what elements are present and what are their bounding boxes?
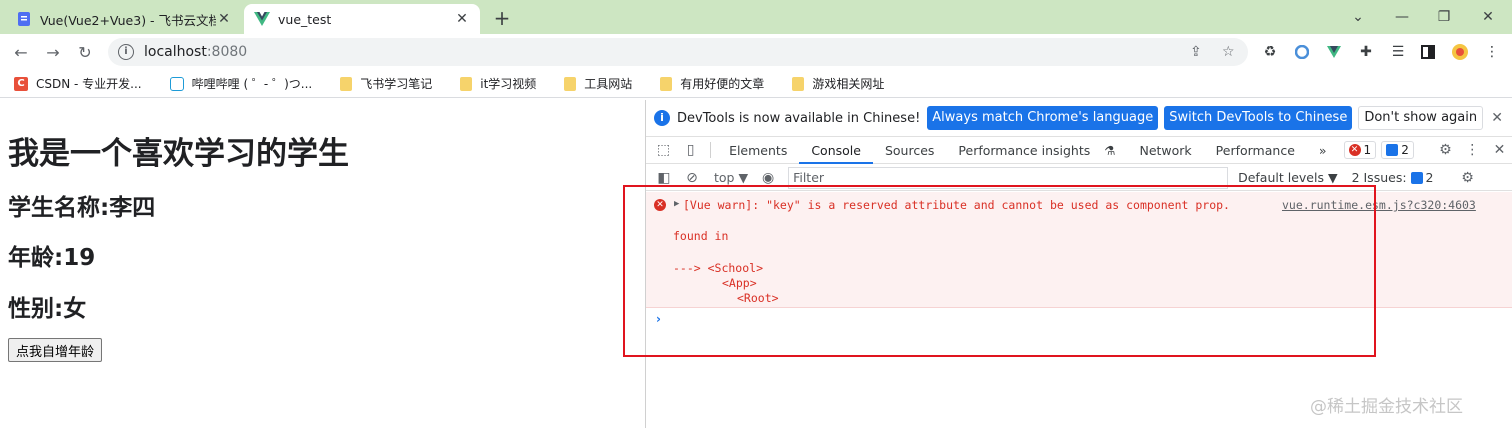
tab-strip: Vue(Vue2+Vue3) - 飞书云文档 ✕ vue_test ✕ + ⌄ … xyxy=(0,0,1512,34)
site-info-icon[interactable]: i xyxy=(118,44,134,60)
error-icon: ✕ xyxy=(1348,144,1361,156)
tab-search-icon[interactable]: ⌄ xyxy=(1336,0,1380,34)
csdn-icon: C xyxy=(14,76,28,91)
tab-title: Vue(Vue2+Vue3) - 飞书云文档 xyxy=(40,12,216,28)
close-icon[interactable]: ✕ xyxy=(216,11,232,27)
bookmark-folder[interactable]: 工具网站 xyxy=(564,75,632,92)
bilibili-icon xyxy=(169,76,184,91)
bookmark-folder[interactable]: it学习视频 xyxy=(460,75,536,92)
increment-age-button[interactable]: 点我自增年龄 xyxy=(8,338,103,362)
context-label: top xyxy=(714,170,735,185)
infobar-message: DevTools is now available in Chinese! xyxy=(677,110,921,126)
bookmark-star-icon[interactable]: ☆ xyxy=(1222,38,1235,66)
error-count: 1 xyxy=(1363,143,1372,157)
tab-elements[interactable]: Elements xyxy=(717,137,799,164)
highlight-annotation-box xyxy=(623,185,1376,357)
bookmark-bilibili[interactable]: 哔哩哔哩 ( ゜- ゜)つ... xyxy=(169,75,313,92)
devtools-menu-icon[interactable]: ⋮ xyxy=(1459,137,1486,163)
bookmark-label: it学习视频 xyxy=(480,77,537,91)
student-age: 年龄:19 xyxy=(8,245,96,271)
page-heading: 我是一个喜欢学习的学生 xyxy=(8,136,349,172)
back-icon[interactable]: ← xyxy=(8,39,34,65)
issues-button[interactable]: 2 Issues: 2 xyxy=(1352,170,1434,185)
restore-icon[interactable]: ❐ xyxy=(1422,0,1466,34)
console-settings-gear-icon[interactable]: ⚙ xyxy=(1453,165,1481,191)
forward-icon[interactable]: → xyxy=(40,39,66,65)
error-count-badge[interactable]: ✕ 1 xyxy=(1343,141,1377,159)
device-toolbar-icon[interactable]: ▯ xyxy=(677,137,704,163)
flask-icon: ⚗ xyxy=(1104,142,1116,158)
bookmark-label: 飞书学习笔记 xyxy=(360,77,433,91)
side-panel-icon[interactable] xyxy=(1418,42,1438,62)
url-host: localhost xyxy=(144,44,207,60)
student-name: 学生名称:李四 xyxy=(8,195,156,221)
watermark-text: @稀土掘金技术社区 xyxy=(1310,397,1463,417)
bookmark-label: CSDN - 专业开发... xyxy=(36,77,142,91)
tab-performance[interactable]: Performance xyxy=(1204,137,1307,164)
message-count-badge[interactable]: 2 xyxy=(1381,141,1414,159)
menu-kebab-icon[interactable]: ⋮ xyxy=(1482,42,1502,62)
issues-icon xyxy=(1410,171,1423,184)
dont-show-again-button[interactable]: Don't show again xyxy=(1358,106,1484,130)
profile-avatar-icon[interactable] xyxy=(1450,42,1470,62)
inspect-element-icon[interactable]: ⬚ xyxy=(650,137,677,163)
reload-icon[interactable]: ↻ xyxy=(72,39,98,65)
bookmark-label: 游戏相关网址 xyxy=(812,77,885,91)
devtools-language-infobar: i DevTools is now available in Chinese! … xyxy=(646,104,1512,132)
context-selector[interactable]: top ▼ xyxy=(714,170,748,185)
folder-icon xyxy=(564,76,577,91)
divider xyxy=(710,142,712,158)
tab-feishu-doc[interactable]: Vue(Vue2+Vue3) - 飞书云文档 ✕ xyxy=(6,4,242,34)
close-devtools-icon[interactable]: ✕ xyxy=(1486,137,1512,163)
minimize-icon[interactable]: — xyxy=(1380,0,1424,34)
close-icon[interactable]: ✕ xyxy=(454,11,470,27)
extensions-puzzle-icon[interactable]: ✚ xyxy=(1356,42,1376,62)
tab-title: vue_test xyxy=(278,11,332,27)
tab-performance-insights[interactable]: Performance insights xyxy=(946,137,1102,164)
bookmark-folder[interactable]: 飞书学习笔记 xyxy=(340,75,432,92)
url-port: :8080 xyxy=(206,44,248,60)
reading-list-icon[interactable]: ☰ xyxy=(1388,42,1408,62)
log-levels-dropdown[interactable]: Default levels ▼ xyxy=(1238,170,1337,185)
bookmark-folder[interactable]: 有用好便的文章 xyxy=(660,75,764,92)
bookmark-folder[interactable]: 游戏相关网址 xyxy=(792,75,884,92)
bookmarks-bar: C CSDN - 专业开发... 哔哩哔哩 ( ゜- ゜)つ... 飞书学习笔记… xyxy=(0,70,1512,98)
info-icon: i xyxy=(654,110,670,126)
bookmark-label: 哔哩哔哩 ( ゜- ゜)つ... xyxy=(191,77,313,91)
message-count: 2 xyxy=(1401,143,1409,157)
settings-gear-icon[interactable]: ⚙ xyxy=(1432,137,1459,163)
tab-console[interactable]: Console xyxy=(799,137,873,164)
issues-label: 2 Issues: xyxy=(1351,170,1407,185)
browser-toolbar: ← → ↻ i localhost:8080 ⇪ ☆ ♻ ✚ ☰ ⋮ xyxy=(0,34,1512,70)
new-tab-button[interactable]: + xyxy=(490,6,514,30)
share-icon[interactable]: ⇪ xyxy=(1190,38,1202,66)
message-icon xyxy=(1386,144,1399,156)
address-bar[interactable]: i localhost:8080 ⇪ ☆ xyxy=(108,38,1248,66)
devtools-tabbar: ⬚ ▯ Elements Console Sources Performance… xyxy=(646,136,1512,164)
switch-to-chinese-button[interactable]: Switch DevTools to Chinese xyxy=(1164,106,1353,130)
close-icon[interactable]: ✕ xyxy=(1491,110,1503,126)
vue-logo-icon xyxy=(254,11,270,27)
folder-icon xyxy=(340,76,353,91)
bookmark-csdn[interactable]: C CSDN - 专业开发... xyxy=(14,75,142,92)
levels-label: Default levels xyxy=(1238,170,1324,185)
recycle-extension-icon[interactable]: ♻ xyxy=(1260,42,1280,62)
docs-icon xyxy=(16,11,32,27)
issues-count: 2 xyxy=(1425,170,1434,185)
folder-icon xyxy=(792,76,805,91)
bookmark-label: 有用好便的文章 xyxy=(680,77,765,91)
vue-devtools-icon[interactable] xyxy=(1324,42,1344,62)
opera-extension-icon[interactable] xyxy=(1292,42,1312,62)
window-close-icon[interactable]: ✕ xyxy=(1466,0,1510,34)
folder-icon xyxy=(460,76,473,91)
page-viewport: 我是一个喜欢学习的学生 学生名称:李四 年龄:19 性别:女 点我自增年龄 xyxy=(0,100,645,428)
tab-vue-test[interactable]: vue_test ✕ xyxy=(244,4,480,34)
folder-icon xyxy=(660,76,673,91)
always-match-language-button[interactable]: Always match Chrome's language xyxy=(927,106,1159,130)
tab-sources[interactable]: Sources xyxy=(873,137,946,164)
bookmark-label: 工具网站 xyxy=(584,77,633,91)
more-tabs-icon[interactable]: » xyxy=(1307,137,1339,164)
tab-network[interactable]: Network xyxy=(1127,137,1203,164)
student-gender: 性别:女 xyxy=(8,296,87,322)
